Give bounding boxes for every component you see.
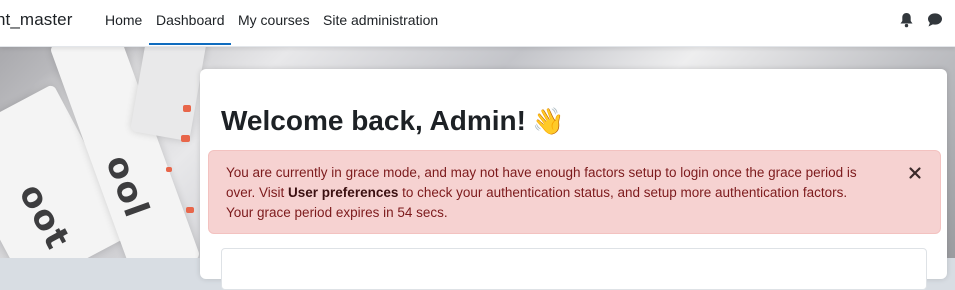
top-navbar: nt_master Home Dashboard My courses Site… — [0, 0, 955, 47]
user-preferences-link[interactable]: User preferences — [288, 185, 398, 200]
grace-mode-alert: You are currently in grace mode, and may… — [208, 150, 941, 234]
alert-message: You are currently in grace mode, and may… — [226, 163, 886, 223]
nav-dashboard[interactable]: Dashboard — [156, 12, 225, 28]
nav-my-courses[interactable]: My courses — [238, 12, 310, 28]
nav-site-administration[interactable]: Site administration — [323, 12, 438, 28]
close-icon — [909, 167, 921, 179]
close-alert-button[interactable] — [907, 165, 923, 181]
alert-text-after: to check your authentication status, and… — [398, 185, 848, 200]
welcome-heading: Welcome back, Admin! — [221, 105, 526, 136]
dashboard-block-container — [221, 248, 927, 290]
page-title: Welcome back, Admin! 👋 — [221, 105, 564, 137]
waving-hand-icon: 👋 — [531, 106, 565, 136]
chat-bubble-icon[interactable] — [927, 12, 943, 28]
bell-icon[interactable] — [899, 12, 915, 28]
grace-period-countdown: Your grace period expires in 54 secs. — [226, 205, 448, 220]
active-tab-indicator — [149, 43, 231, 45]
nav-home[interactable]: Home — [105, 12, 142, 28]
site-name[interactable]: nt_master — [0, 10, 73, 30]
main-content-card: Welcome back, Admin! 👋 You are currently … — [200, 69, 947, 290]
